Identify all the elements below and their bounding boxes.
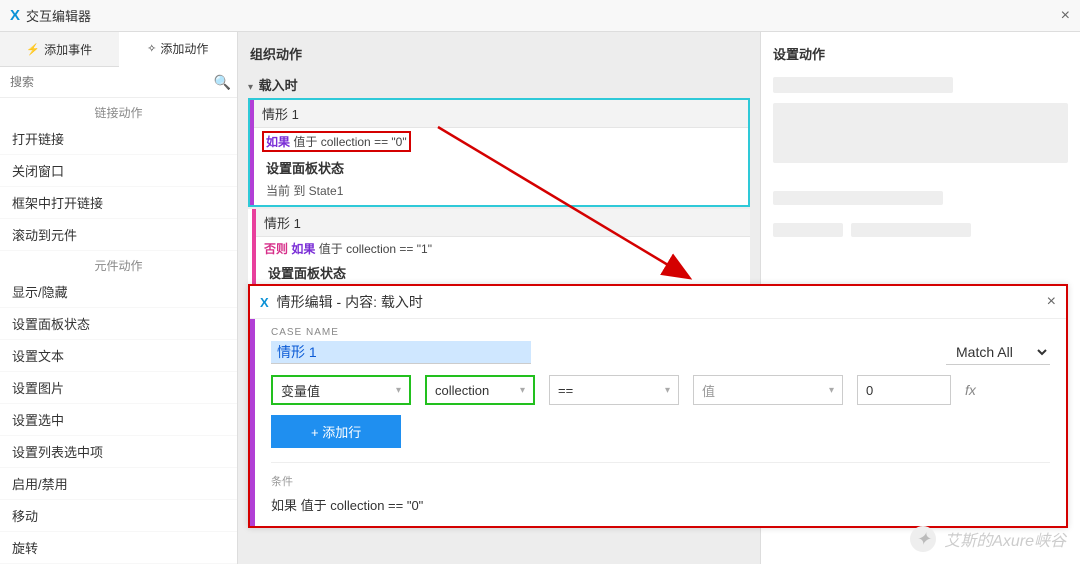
app-logo-icon: X: [10, 7, 20, 24]
action-item[interactable]: 设置图片: [0, 372, 237, 404]
action-item[interactable]: 设置文本: [0, 340, 237, 372]
action-item[interactable]: 移动: [0, 500, 237, 532]
left-panel: ⚡ 添加事件 ✧ 添加动作 🔍 链接动作 打开链接关闭窗口框架中打开链接滚动到元…: [0, 32, 238, 564]
action-item[interactable]: 设置面板状态: [0, 308, 237, 340]
action-item[interactable]: 滚动到元件: [0, 219, 237, 251]
app-logo-icon: X: [260, 295, 269, 310]
summary-label: 条件: [271, 462, 1050, 489]
skeleton: [773, 77, 953, 93]
action-item[interactable]: 设置选中: [0, 404, 237, 436]
cond-operator-select[interactable]: ==▾: [549, 375, 679, 405]
action-item[interactable]: 旋转: [0, 532, 237, 564]
cond-target-select[interactable]: collection▾: [425, 375, 535, 405]
case-1-action: 设置面板状态: [254, 155, 748, 180]
tab-add-event-label: 添加事件: [44, 41, 92, 58]
window-title: 交互编辑器: [26, 6, 1061, 25]
center-header: 组织动作: [248, 40, 750, 71]
watermark: ✦ 艾斯的Axure峡谷: [910, 526, 1066, 552]
case-name-input[interactable]: [271, 341, 531, 364]
action-item[interactable]: 框架中打开链接: [0, 187, 237, 219]
cond-value-input[interactable]: 0: [857, 375, 951, 405]
case-1-name: 情形 1: [254, 100, 748, 128]
caret-down-icon: ▾: [248, 82, 253, 93]
summary-text: 如果 值于 collection == "0": [271, 489, 1050, 516]
condition-editor-dialog: X 情形编辑 - 内容: 载入时 × CASE NAME Match All 变…: [248, 284, 1068, 528]
wechat-icon: ✦: [910, 526, 936, 552]
close-icon[interactable]: ×: [1047, 293, 1056, 311]
case-name-label: CASE NAME: [271, 327, 1050, 338]
action-item[interactable]: 关闭窗口: [0, 155, 237, 187]
skeleton: [773, 191, 943, 205]
action-item[interactable]: 打开链接: [0, 123, 237, 155]
action-item[interactable]: 设置列表选中项: [0, 436, 237, 468]
match-select[interactable]: Match All: [946, 340, 1050, 365]
tab-add-action-label: 添加动作: [160, 40, 208, 57]
case-2-action: 设置面板状态: [256, 260, 750, 285]
chevron-down-icon: ▾: [520, 385, 525, 396]
case-1-sub: 当前 到 State1: [254, 180, 748, 205]
action-item[interactable]: 显示/隐藏: [0, 276, 237, 308]
cond-type-select[interactable]: 变量值▾: [271, 375, 411, 405]
skeleton: [851, 223, 971, 237]
chevron-down-icon: ▾: [665, 385, 670, 396]
close-icon[interactable]: ×: [1061, 7, 1070, 25]
event-onload[interactable]: ▾ 载入时: [248, 71, 750, 98]
wand-icon: ✧: [147, 42, 156, 55]
tab-add-event[interactable]: ⚡ 添加事件: [0, 32, 119, 66]
search-input[interactable]: [6, 71, 214, 93]
right-header: 设置动作: [773, 44, 1068, 63]
dialog-title: 情形编辑 - 内容: 载入时: [277, 292, 1047, 312]
case-2-name: 情形 1: [256, 209, 750, 237]
skeleton: [773, 223, 843, 237]
chevron-down-icon: ▾: [396, 385, 401, 396]
add-row-button[interactable]: + 添加行: [271, 415, 401, 448]
condition-row: 变量值▾ collection▾ ==▾ 值▾ 0 fx: [271, 375, 1050, 405]
chevron-down-icon: ▾: [829, 385, 834, 396]
cond-value-type-select[interactable]: 值▾: [693, 375, 843, 405]
fx-icon[interactable]: fx: [965, 382, 976, 398]
lightning-icon: ⚡: [26, 43, 40, 56]
tab-add-action[interactable]: ✧ 添加动作: [119, 32, 238, 67]
skeleton: [773, 103, 1068, 163]
search-icon[interactable]: 🔍: [214, 74, 231, 91]
case-1[interactable]: 情形 1 如果 值于 collection == "0" 设置面板状态 当前 到…: [248, 98, 750, 207]
section-widget-actions: 元件动作: [0, 251, 237, 276]
section-link-actions: 链接动作: [0, 98, 237, 123]
action-item[interactable]: 启用/禁用: [0, 468, 237, 500]
